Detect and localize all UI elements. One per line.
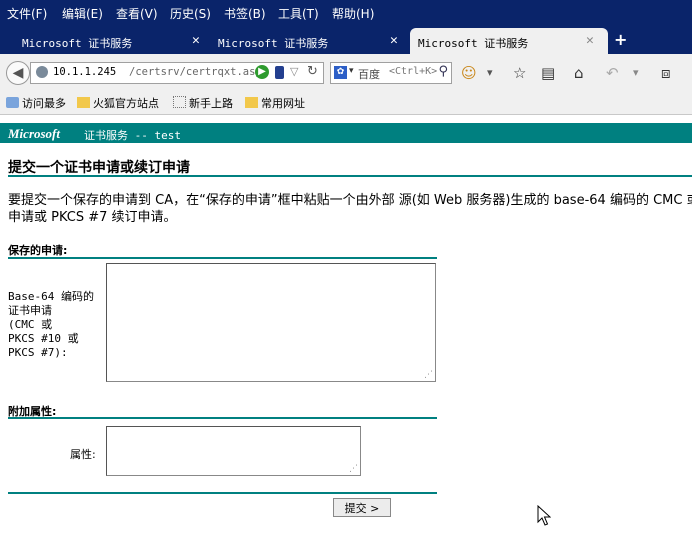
resize-grip-icon[interactable]: ⋰ xyxy=(349,464,359,474)
dropdown-arrow-icon[interactable]: ▽ xyxy=(290,65,298,78)
search-bar[interactable]: ✿ ▾ 百度 <Ctrl+K> ⚲ xyxy=(330,62,452,84)
navigation-bar: ◀ 10.1.1.245 /certsrv/certrqxt.asp ▶ ▽ ↻… xyxy=(0,54,692,90)
reload-icon[interactable]: ↻ xyxy=(307,64,318,79)
baidu-paw-icon[interactable]: ✿ xyxy=(334,66,347,79)
search-icon xyxy=(6,97,19,108)
search-icon[interactable]: ⚲ xyxy=(438,64,448,79)
bookmark-most-visited[interactable]: 访问最多 xyxy=(6,95,66,111)
tab-strip: Microsoft 证书服务 ✕ Microsoft 证书服务 ✕ Micros… xyxy=(0,24,692,54)
menu-bar: 文件(F) 编辑(E) 查看(V) 历史(S) 书签(B) 工具(T) 帮助(H… xyxy=(0,0,692,24)
menu-edit[interactable]: 编辑(E) xyxy=(62,5,103,22)
device-icon[interactable] xyxy=(275,66,284,79)
tab-3-label: Microsoft 证书服务 xyxy=(418,37,529,50)
url-path: /certsrv/certrqxt.asp xyxy=(129,66,262,78)
menu-tools[interactable]: 工具(T) xyxy=(278,5,319,22)
bookmark-label: 火狐官方站点 xyxy=(93,97,159,110)
menu-view[interactable]: 查看(V) xyxy=(116,5,158,22)
addon-face-icon[interactable]: ☺ xyxy=(461,64,477,82)
url-host: 10.1.1.245 xyxy=(53,66,117,78)
page-icon xyxy=(173,96,186,108)
bookmark-common-sites[interactable]: 常用网址 xyxy=(245,95,305,111)
saved-request-heading: 保存的申请: xyxy=(8,244,68,257)
web-content: Microsoft 证书服务 -- test 提交一个证书申请或续订申请 要提交… xyxy=(0,115,692,543)
address-bar[interactable]: 10.1.1.245 /certsrv/certrqxt.asp ▶ ▽ ↻ xyxy=(30,62,324,84)
page-banner: Microsoft 证书服务 -- test xyxy=(0,123,692,143)
tab-3-active[interactable]: Microsoft 证书服务 ✕ xyxy=(410,28,608,54)
bookmark-label: 新手上路 xyxy=(189,97,233,110)
menu-bookmarks[interactable]: 书签(B) xyxy=(224,5,266,22)
bookmark-label: 访问最多 xyxy=(22,97,66,110)
page-title: 提交一个证书申请或续订申请 xyxy=(8,160,190,176)
tab-close-icon[interactable]: ✕ xyxy=(390,33,398,48)
resize-grip-icon[interactable]: ⋰ xyxy=(424,370,434,380)
tab-close-icon[interactable]: ✕ xyxy=(586,33,594,48)
go-arrow-icon[interactable]: ▶ xyxy=(255,65,269,79)
attributes-label: 属性: xyxy=(70,448,96,461)
search-hint: <Ctrl+K> xyxy=(389,66,438,77)
saved-request-textarea[interactable] xyxy=(106,263,436,382)
description-line-2: 申请或 PKCS #7 续订申请。 xyxy=(8,210,177,225)
toolbar-tool-icon[interactable]: ⧈ xyxy=(661,64,671,82)
bookmark-list-icon[interactable]: ▤ xyxy=(541,64,555,82)
back-arrow-icon[interactable]: ◀ xyxy=(6,61,30,85)
attributes-textarea[interactable] xyxy=(106,426,361,476)
new-tab-button[interactable]: + xyxy=(614,30,627,49)
bookmarks-bar: 访问最多 火狐官方站点 新手上路 常用网址 xyxy=(0,90,692,115)
bookmark-label: 常用网址 xyxy=(261,97,305,110)
tab-close-icon[interactable]: ✕ xyxy=(192,33,200,48)
engine-dropdown-icon[interactable]: ▾ xyxy=(349,66,354,76)
saved-request-label: Base-64 编码的 证书申请 (CMC 或 PKCS #10 或 PKCS … xyxy=(8,290,94,359)
undo-icon[interactable]: ↶ xyxy=(606,64,619,82)
folder-icon xyxy=(77,97,90,108)
description-line-1: 要提交一个保存的申请到 CA，在“保存的申请”框中粘贴一个由外部 源(如 Web… xyxy=(8,193,692,208)
divider xyxy=(8,492,437,494)
site-identity-icon[interactable] xyxy=(36,66,48,78)
folder-icon xyxy=(245,97,258,108)
divider xyxy=(8,417,437,419)
tab-2-label: Microsoft 证书服务 xyxy=(218,37,329,50)
mouse-cursor-icon xyxy=(537,505,551,526)
search-engine-name: 百度 xyxy=(358,68,380,81)
tab-2[interactable]: Microsoft 证书服务 ✕ xyxy=(210,28,410,54)
microsoft-logo: Microsoft xyxy=(8,126,60,141)
divider xyxy=(8,257,437,259)
menu-history[interactable]: 历史(S) xyxy=(170,5,211,22)
tab-1[interactable]: Microsoft 证书服务 ✕ xyxy=(2,28,207,54)
page-description: 要提交一个保存的申请到 CA，在“保存的申请”框中粘贴一个由外部 源(如 Web… xyxy=(8,192,692,226)
menu-help[interactable]: 帮助(H) xyxy=(332,5,374,22)
bookmark-getting-started[interactable]: 新手上路 xyxy=(173,95,233,111)
addon-dropdown-icon[interactable]: ▾ xyxy=(487,66,493,79)
undo-dropdown-icon[interactable]: ▾ xyxy=(633,66,639,79)
menu-file[interactable]: 文件(F) xyxy=(7,5,47,22)
divider xyxy=(8,175,692,177)
bookmark-firefox-site[interactable]: 火狐官方站点 xyxy=(77,95,159,111)
submit-button[interactable]: 提交 > xyxy=(333,498,391,517)
bookmark-star-icon[interactable]: ☆ xyxy=(513,64,526,82)
tab-1-label: Microsoft 证书服务 xyxy=(22,37,133,50)
banner-text: 证书服务 -- test xyxy=(84,129,181,142)
home-icon[interactable]: ⌂ xyxy=(574,64,584,82)
